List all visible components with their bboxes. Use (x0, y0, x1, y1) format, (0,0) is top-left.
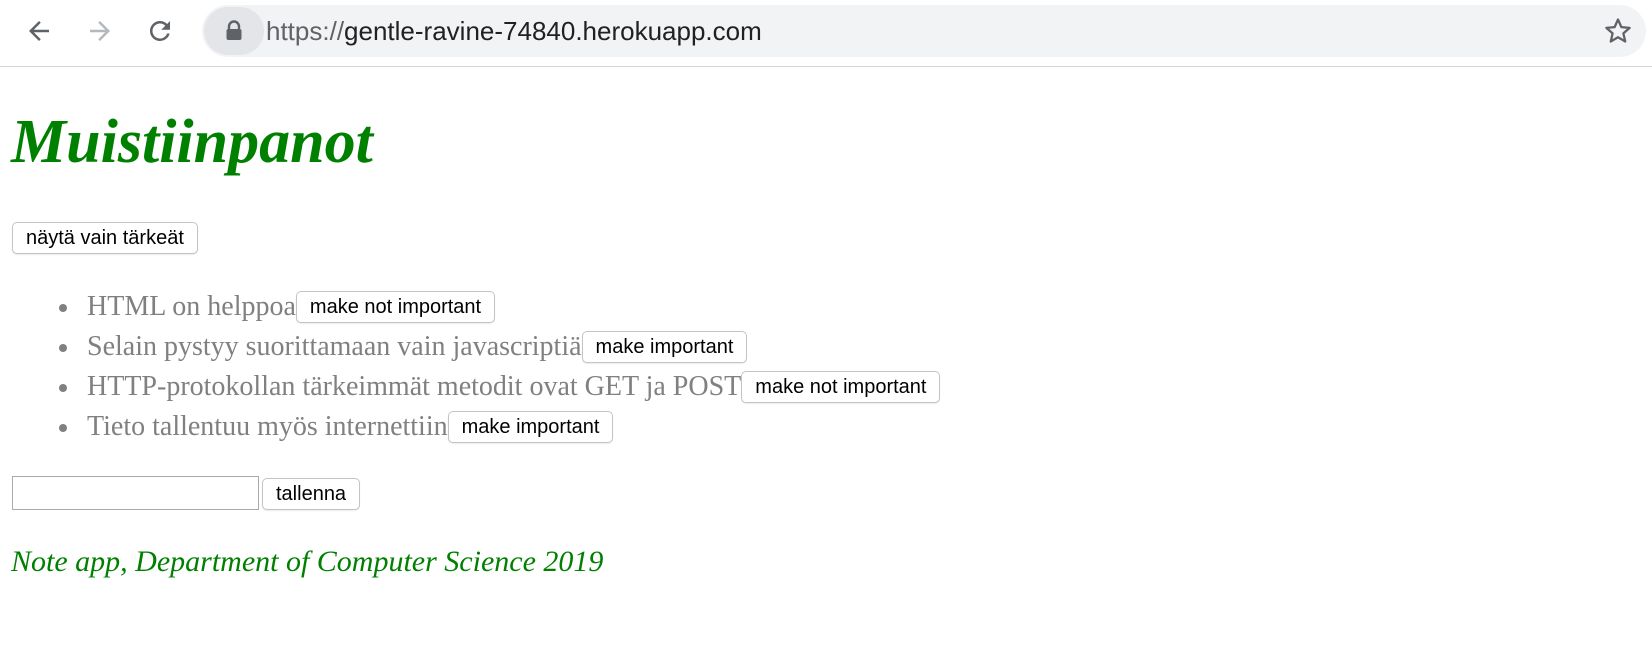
note-content: Selain pystyy suorittamaan vain javascri… (87, 331, 582, 362)
footer: Note app, Department of Computer Science… (11, 545, 604, 578)
forward-button[interactable] (82, 13, 118, 49)
bullet-icon (59, 344, 67, 352)
save-button[interactable]: tallenna (262, 478, 361, 510)
show-important-button[interactable]: näytä vain tärkeät (12, 222, 198, 254)
note-item: HTTP-protokollan tärkeimmät metodit ovat… (0, 367, 941, 407)
toggle-importance-button[interactable]: make not important (295, 291, 496, 323)
toggle-importance-button[interactable]: make not important (741, 371, 941, 403)
bullet-icon (59, 304, 67, 312)
bullet-icon (59, 384, 67, 392)
new-note-input[interactable] (12, 476, 259, 510)
lock-icon (226, 20, 242, 40)
url-scheme: https:// (266, 16, 345, 46)
notes-list: HTML on helppoa make not important Selai… (0, 287, 941, 447)
site-info-button[interactable] (204, 7, 264, 55)
url-text[interactable]: https://gentle-ravine-74840.herokuapp.co… (266, 5, 762, 57)
bullet-icon (59, 424, 67, 432)
bookmark-button[interactable] (1600, 13, 1636, 49)
toggle-importance-button[interactable]: make important (581, 331, 748, 363)
toggle-importance-button[interactable]: make important (447, 411, 614, 443)
note-item: HTML on helppoa make not important (0, 287, 940, 327)
note-content: HTML on helppoa (87, 291, 296, 322)
arrow-right-icon (90, 21, 110, 41)
back-button[interactable] (21, 13, 57, 49)
arrow-left-icon (29, 21, 49, 41)
browser-toolbar: https://gentle-ravine-74840.herokuapp.co… (0, 0, 1652, 67)
page-title: Muistiinpanot (11, 108, 373, 176)
reload-button[interactable] (142, 13, 178, 49)
note-content: HTTP-protokollan tärkeimmät metodit ovat… (87, 371, 742, 402)
note-item: Selain pystyy suorittamaan vain javascri… (0, 327, 940, 367)
star-icon (1605, 18, 1631, 43)
note-content: Tieto tallentuu myös internettiin (87, 411, 448, 442)
url-host: gentle-ravine-74840.herokuapp.com (344, 16, 762, 46)
address-bar[interactable]: https://gentle-ravine-74840.herokuapp.co… (202, 5, 1646, 57)
reload-icon (149, 20, 170, 41)
note-item: Tieto tallentuu myös internettiin make i… (0, 407, 940, 447)
